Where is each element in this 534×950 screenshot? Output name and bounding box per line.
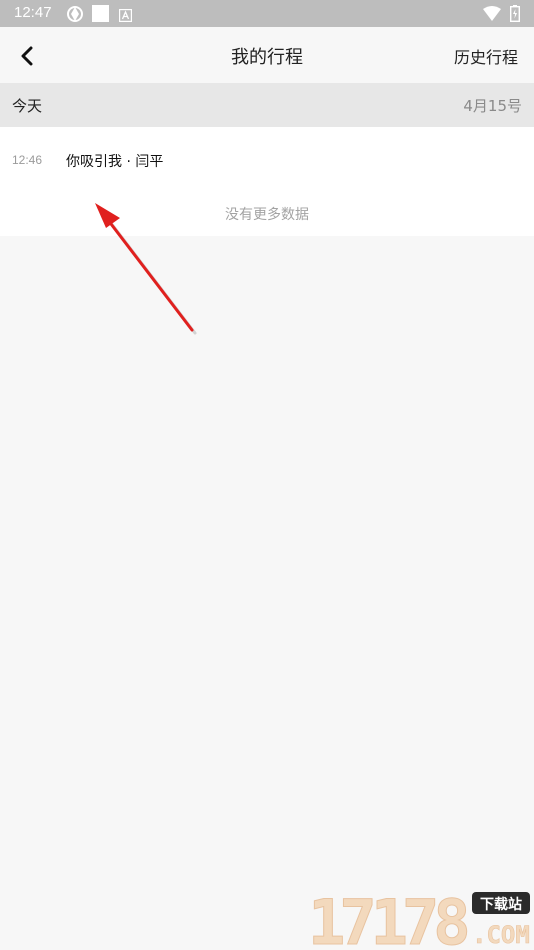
status-time: 12:47 <box>14 4 52 21</box>
square-app-icon <box>92 5 109 26</box>
status-bar: 12:47 <box>0 0 534 27</box>
nav-bar: 我的行程 历史行程 <box>0 27 534 83</box>
svg-text:.COM: .COM <box>472 921 530 948</box>
battery-icon <box>509 5 521 26</box>
sync-icon <box>66 5 84 27</box>
wifi-icon <box>483 6 501 25</box>
chevron-left-icon <box>21 46 33 66</box>
trip-list: 12:46 你吸引我 · 闫平 没有更多数据 <box>0 127 534 236</box>
history-trips-button[interactable]: 历史行程 <box>454 44 518 68</box>
list-item[interactable]: 12:46 你吸引我 · 闫平 <box>0 127 534 193</box>
day-date: 4月15号 <box>463 97 522 115</box>
svg-text:17178: 17178 <box>308 890 467 948</box>
notification-a-icon <box>118 7 133 26</box>
svg-text:下载站: 下载站 <box>480 896 522 913</box>
day-label: 今天 <box>12 97 43 115</box>
trip-time: 12:46 <box>12 153 43 167</box>
day-group-header: 今天 4月15号 <box>0 83 534 127</box>
trip-title: 你吸引我 · 闫平 <box>66 154 164 170</box>
watermark-logo: 17178 下载站 .COM <box>308 890 531 948</box>
list-footer-no-more: 没有更多数据 <box>225 207 309 223</box>
back-button[interactable] <box>12 41 42 71</box>
arrow-shaft <box>106 218 194 332</box>
